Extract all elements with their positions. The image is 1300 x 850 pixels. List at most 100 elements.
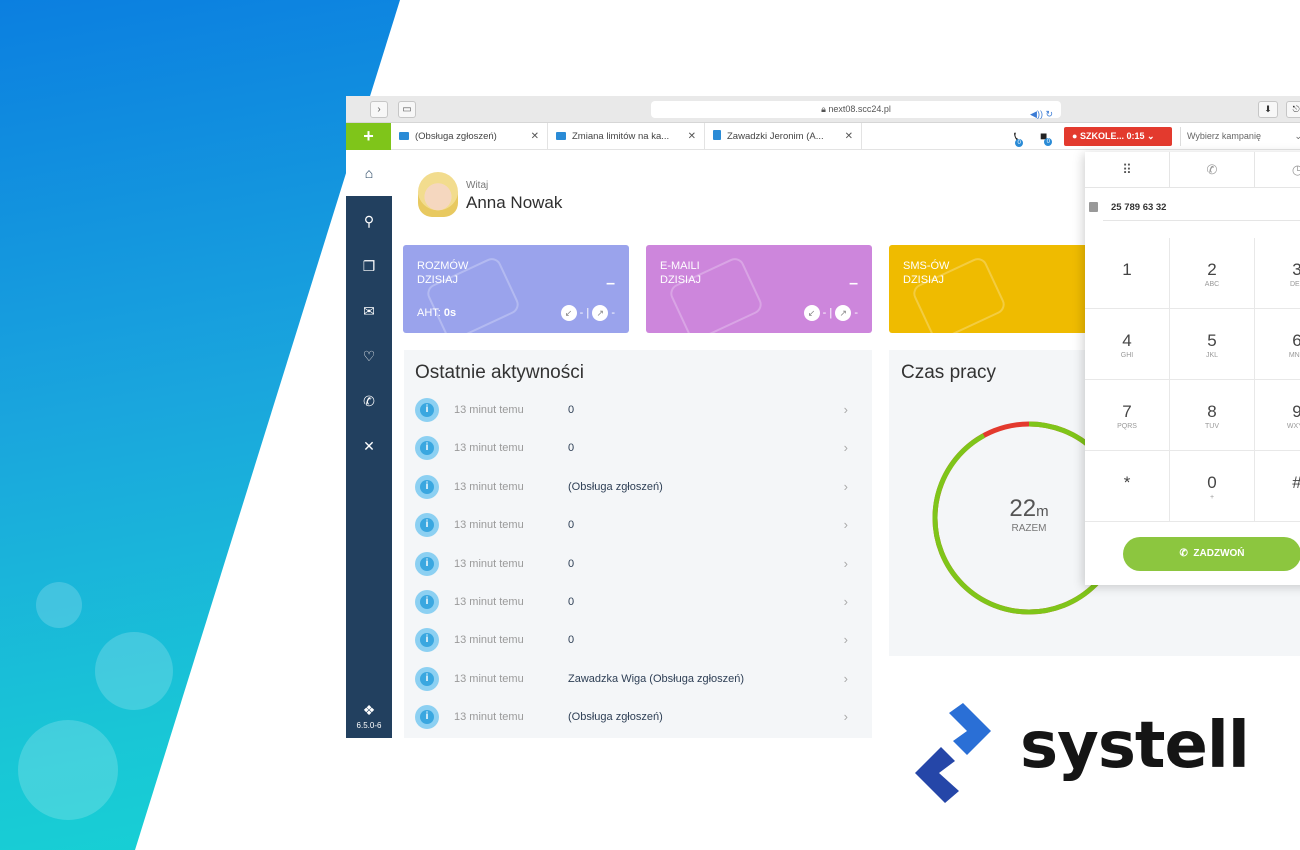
activity-row[interactable]: i 13 minut temu 0 › <box>404 392 872 430</box>
app-sidebar: ⌂ ⚲ ❐ ✉ ♡ ✆ ✕ ❖ 6.5.0-6 <box>346 150 392 738</box>
info-icon: i <box>415 628 439 653</box>
key-digit: 2 <box>1207 260 1217 279</box>
missed-call-icon[interactable]: ✕ <box>346 431 392 461</box>
envelope-icon[interactable]: ✉ <box>346 296 392 326</box>
phone-icon[interactable]: ✆ <box>346 386 392 416</box>
tab-zmiana-limitow[interactable]: Zmiana limitów na ka... ✕ <box>548 123 705 150</box>
emails-today-card[interactable]: E-MAILI DZISIAJ – ↙ - | ↗ - <box>646 245 872 333</box>
session-timer-button[interactable]: ● SZKOLE... 0:15 ⌄ <box>1064 127 1172 146</box>
speaker-icon[interactable]: ◀)) ↻ <box>1030 106 1053 123</box>
key-letters: WXYZ <box>1286 423 1300 430</box>
video-count-badge: 0 <box>1044 138 1053 146</box>
activity-description: (Obsługa zgłoszeń) <box>568 480 663 493</box>
app-version: ❖ 6.5.0-6 <box>346 702 392 730</box>
history-tab-icon[interactable]: ◷ <box>1255 152 1300 188</box>
close-tab-icon[interactable]: ✕ <box>688 123 696 150</box>
keypad-key[interactable]: 1 <box>1085 238 1170 309</box>
chevron-right-icon: › <box>843 709 848 725</box>
greeting: Witaj <box>466 180 489 191</box>
card-label: SMS-ÓW DZISIAJ <box>903 260 950 286</box>
keypad-key[interactable]: 4 GHI <box>1085 309 1170 380</box>
key-letters: GHI <box>1120 352 1134 359</box>
call-button[interactable]: ✆ ZADZWOŃ <box>1123 537 1300 571</box>
video-status-icon[interactable]: ■ 0 <box>1040 129 1053 146</box>
key-digit: 6 <box>1292 331 1300 350</box>
keypad-key[interactable]: 2 ABC <box>1170 238 1255 309</box>
keypad-key[interactable]: # <box>1255 451 1300 522</box>
activity-description: 0 <box>568 634 575 647</box>
keypad-key[interactable]: 7 PQRS <box>1085 380 1170 451</box>
new-tab-button[interactable]: + <box>346 123 391 150</box>
activity-row[interactable]: i 13 minut temu 0 › <box>404 430 872 468</box>
chevron-right-icon: › <box>843 478 848 494</box>
chevron-down-icon: ⌄ <box>1294 131 1300 141</box>
activity-row[interactable]: i 13 minut temu Zawadzka Wiga (Obsługa zgł… <box>404 661 872 699</box>
record-dot-icon: ● <box>1072 131 1078 141</box>
calls-today-card[interactable]: ROZMÓW DZISIAJ – AHT: 0s ↙ - | ↗ - <box>403 245 629 333</box>
systell-logo: systell <box>905 697 1275 812</box>
activity-time: 13 minut temu <box>454 480 524 493</box>
keypad-key[interactable]: * <box>1085 451 1170 522</box>
key-letters: JKL <box>1205 352 1219 359</box>
download-button[interactable]: ⬇ <box>1258 101 1278 118</box>
dialer-tabs: ⠿ ✆ ◷ <box>1085 152 1300 188</box>
document-icon <box>713 130 721 140</box>
logo-mark-icon <box>915 703 991 803</box>
close-tab-icon[interactable]: ✕ <box>845 123 853 150</box>
incoming-icon: ↙ <box>560 305 577 321</box>
activity-time: 13 minut temu <box>454 519 524 532</box>
activity-row[interactable]: i 13 minut temu 0 › <box>404 584 872 622</box>
call-direction-counts: ↙ - | ↗ - <box>560 305 615 321</box>
contact-card-icon <box>1089 202 1098 212</box>
home-icon[interactable]: ⌂ <box>346 150 392 196</box>
activity-row[interactable]: i 13 minut temu (Obsługa zgłoszeń) › <box>404 699 872 737</box>
forward-button[interactable]: › <box>370 101 388 118</box>
keypad-key[interactable]: 3 DEF <box>1255 238 1300 309</box>
key-digit: # <box>1255 473 1300 493</box>
keypad-tab-icon[interactable]: ⠿ <box>1085 152 1170 188</box>
card-label: ROZMÓW DZISIAJ <box>417 260 469 286</box>
keypad-key[interactable]: 0 + <box>1170 451 1255 522</box>
info-icon: i <box>415 551 439 576</box>
dialer-panel: ⠿ ✆ ◷ 25 789 63 32 1 2 ABC 3 DEF 4 GHI 5 JKL 6 MNO… <box>1085 152 1300 585</box>
app-tabbar: + (Obsługa zgłoszeń) ✕ Zmiana limitów na… <box>346 123 1300 150</box>
tab-label: (Obsługa zgłoszeń) <box>415 131 497 142</box>
chevron-right-icon: › <box>843 517 848 533</box>
search-icon[interactable]: ⚲ <box>346 206 392 236</box>
close-tab-icon[interactable]: ✕ <box>531 123 539 150</box>
activity-description: (Obsługa zgłoszeń) <box>568 711 663 724</box>
key-digit: 4 <box>1122 331 1132 350</box>
sidebar-toggle-button[interactable]: ▭ <box>398 101 416 118</box>
card-label: E-MAILI DZISIAJ <box>660 260 701 286</box>
sms-today-card[interactable]: SMS-ÓW DZISIAJ <box>889 245 1115 333</box>
activity-time: 13 minut temu <box>454 596 524 608</box>
phone-status-icon[interactable]: 📞︎ 0 <box>1014 129 1024 147</box>
activity-row[interactable]: i 13 minut temu 0 › <box>404 546 872 584</box>
info-icon: i <box>415 513 439 538</box>
incoming-icon: ↙ <box>803 305 820 321</box>
activity-row[interactable]: i 13 minut temu 0 › <box>404 622 872 660</box>
key-digit: 9 <box>1292 402 1300 421</box>
keypad-key[interactable]: 8 TUV <box>1170 380 1255 451</box>
tab-obsluga[interactable]: (Obsługa zgłoszeń) ✕ <box>391 123 548 150</box>
heart-icon[interactable]: ♡ <box>346 341 392 371</box>
tab-zawadzki[interactable]: Zawadzki Jeronim (A... ✕ <box>705 123 862 150</box>
card-value: – <box>606 275 615 292</box>
phone-tab-icon[interactable]: ✆ <box>1170 152 1255 188</box>
documents-icon[interactable]: ❐ <box>346 251 392 281</box>
activity-row[interactable]: i 13 minut temu 0 › <box>404 507 872 545</box>
key-letters: PQRS <box>1117 423 1137 430</box>
activity-time: 13 minut temu <box>454 634 524 647</box>
share-button[interactable]: ⎋ <box>1286 101 1300 118</box>
dial-number-input[interactable]: 25 789 63 32 <box>1103 199 1300 221</box>
address-bar[interactable]: 🔒︎ next08.scc24.pl ◀)) ↻ <box>651 101 1061 119</box>
activity-row[interactable]: i 13 minut temu (Obsługa zgłoszeń) › <box>404 469 872 507</box>
avatar[interactable] <box>418 172 458 217</box>
keypad-key[interactable]: 9 WXYZ <box>1255 380 1300 451</box>
keypad-key[interactable]: 6 MNO <box>1255 309 1300 380</box>
campaign-select[interactable]: Wybierz kampanię ⌄ <box>1180 127 1300 146</box>
outgoing-icon: ↗ <box>835 305 852 321</box>
activity-time: 13 minut temu <box>454 711 524 724</box>
keypad-key[interactable]: 5 JKL <box>1170 309 1255 380</box>
version-text: 6.5.0-6 <box>356 721 382 730</box>
